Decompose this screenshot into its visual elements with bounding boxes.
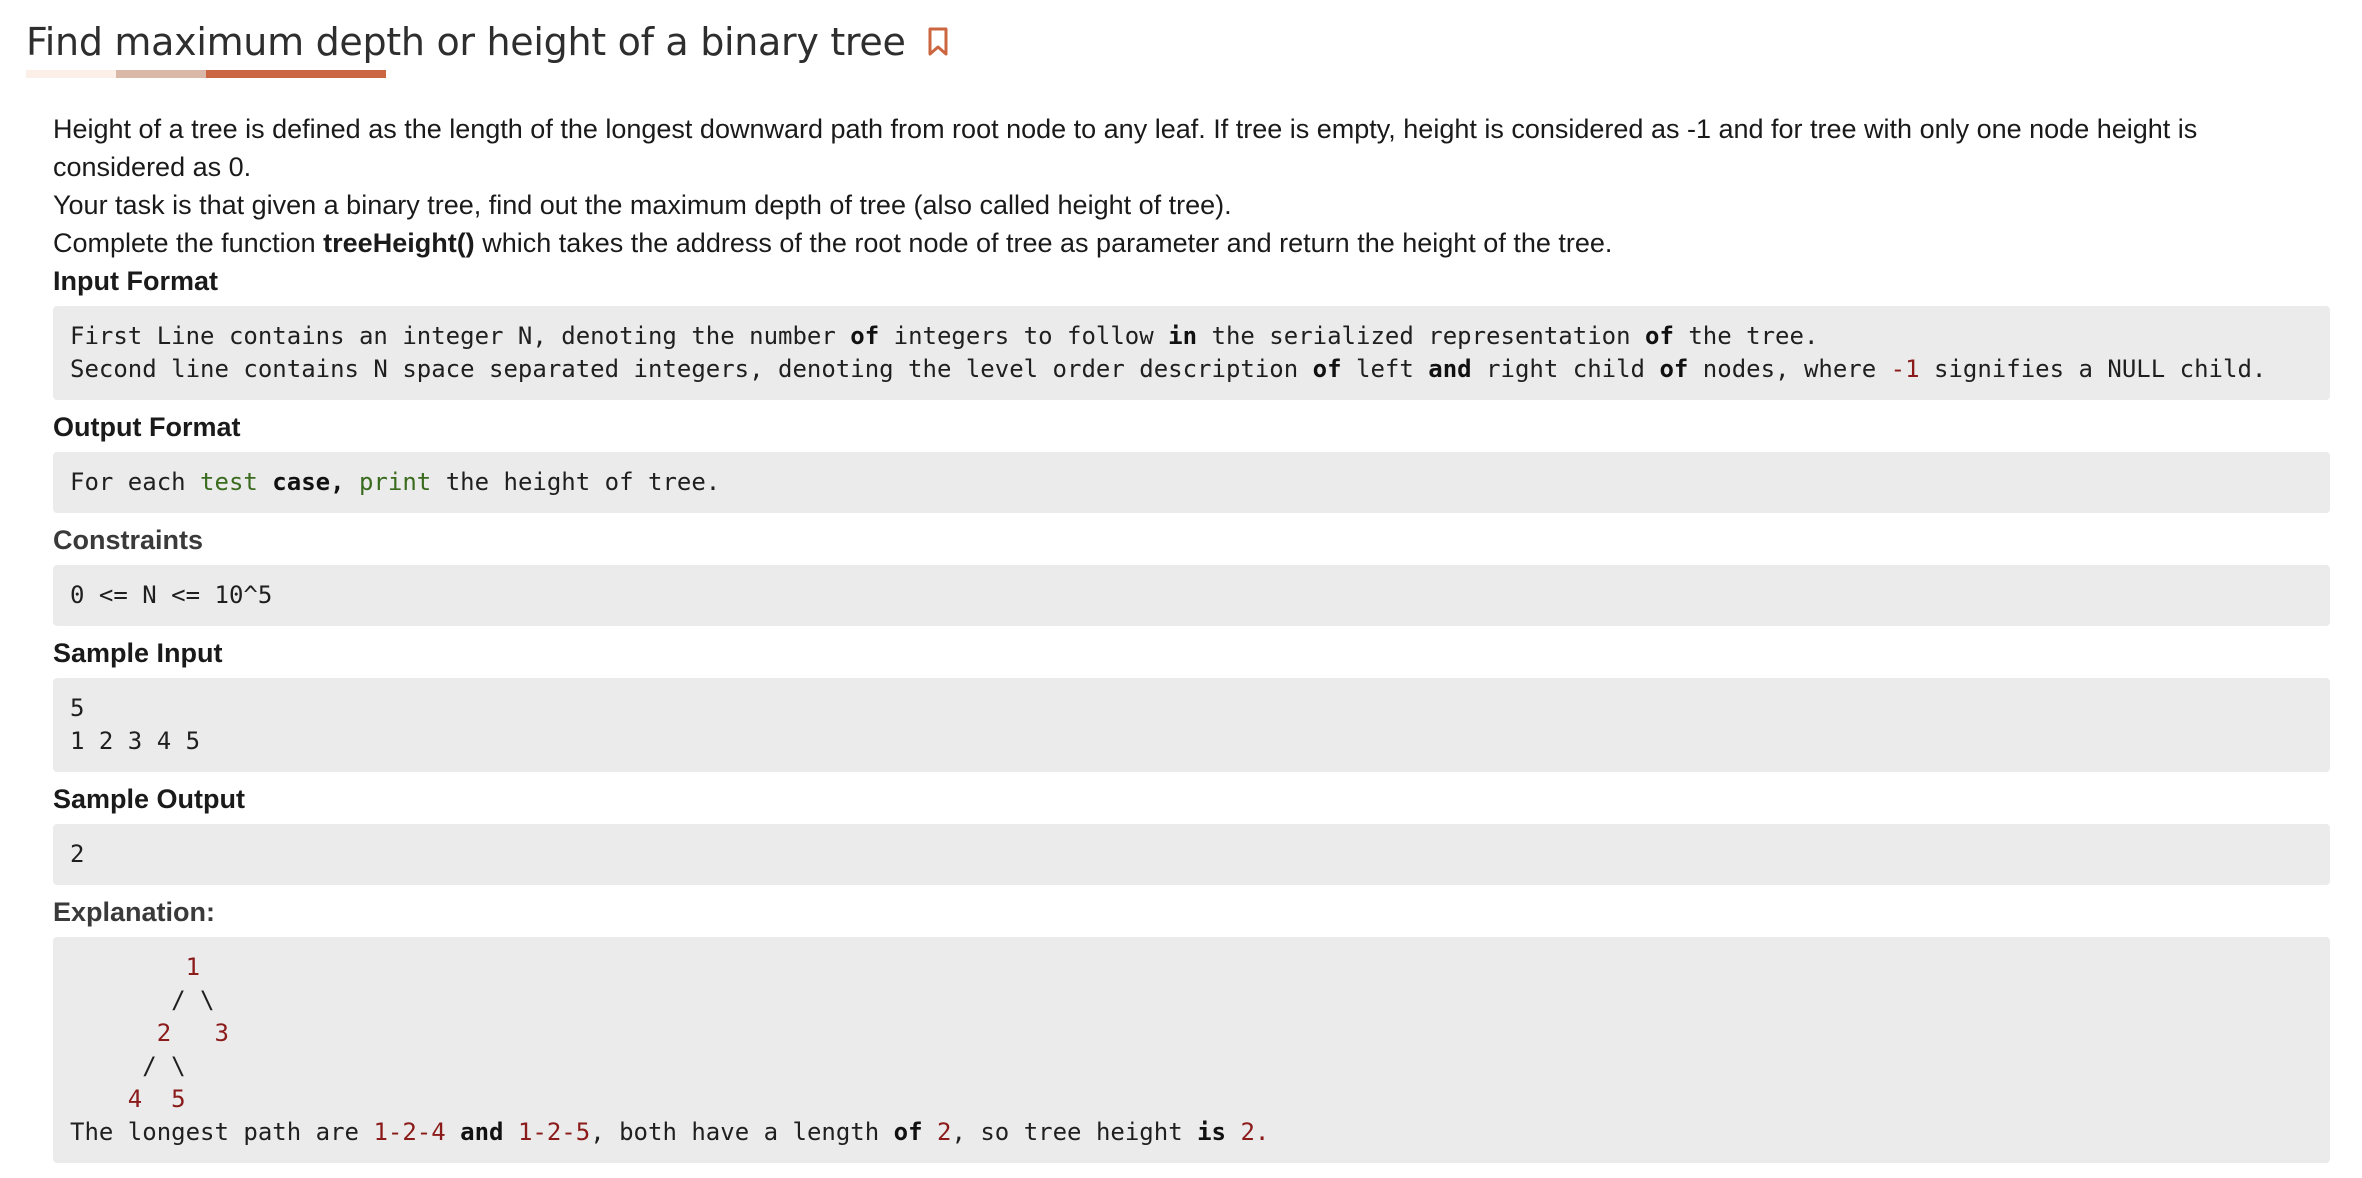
output-format-box: For each test case, print the height of … xyxy=(53,452,2330,513)
description-line-2: Your task is that given a binary tree, f… xyxy=(53,190,1232,220)
explanation-box: 1 / \ 2 3 / \ 4 5 The longest path are 1… xyxy=(53,937,2330,1163)
description-line-3-prefix: Complete the function xyxy=(53,228,324,258)
explanation-heading: Explanation: xyxy=(53,897,216,927)
sample-input-line-2: 1 2 3 4 5 xyxy=(70,727,201,755)
bookmark-icon[interactable] xyxy=(926,26,950,58)
problem-header: Find maximum depth or height of a binary… xyxy=(26,20,950,64)
sample-output-box: 2 xyxy=(53,824,2330,885)
function-name: treeHeight() xyxy=(323,228,475,258)
input-format-line-1: First Line contains an integer N, denoti… xyxy=(70,322,1819,350)
tree-row-4: / \ xyxy=(70,1052,186,1080)
description-line-3-suffix: which takes the address of the root node… xyxy=(474,228,1613,258)
description-line-3: Complete the function treeHeight() which… xyxy=(53,224,2330,262)
problem-content: Height of a tree is defined as the lengt… xyxy=(53,110,2330,1171)
problem-page: Find maximum depth or height of a binary… xyxy=(0,0,2362,1178)
tree-row-3: 2 3 xyxy=(156,1019,229,1047)
sample-input-heading: Sample Input xyxy=(53,638,223,668)
constraints-heading: Constraints xyxy=(53,525,204,555)
sample-input-box: 5 1 2 3 4 5 xyxy=(53,678,2330,772)
input-format-line-2: Second line contains N space separated i… xyxy=(70,355,2267,383)
constraints-box: 0 <= N <= 10^5 xyxy=(53,565,2330,626)
page-title: Find maximum depth or height of a binary… xyxy=(26,20,906,64)
description-line-1: Height of a tree is defined as the lengt… xyxy=(53,114,2198,182)
explanation-summary: The longest path are 1-2-4 and 1-2-5, bo… xyxy=(70,1118,1270,1146)
input-format-heading: Input Format xyxy=(53,266,218,296)
underline-segment-accent xyxy=(206,70,386,78)
input-format-box: First Line contains an integer N, denoti… xyxy=(53,306,2330,400)
title-underline xyxy=(26,70,386,78)
output-format-heading: Output Format xyxy=(53,412,241,442)
tree-row-2: / \ xyxy=(70,986,215,1014)
tree-row-1: 1 xyxy=(185,953,201,981)
sample-output-heading: Sample Output xyxy=(53,784,246,814)
sample-input-line-1: 5 xyxy=(70,694,85,722)
underline-segment-mid xyxy=(116,70,206,78)
tree-row-5: 4 5 xyxy=(127,1085,186,1113)
underline-segment-light xyxy=(26,70,116,78)
